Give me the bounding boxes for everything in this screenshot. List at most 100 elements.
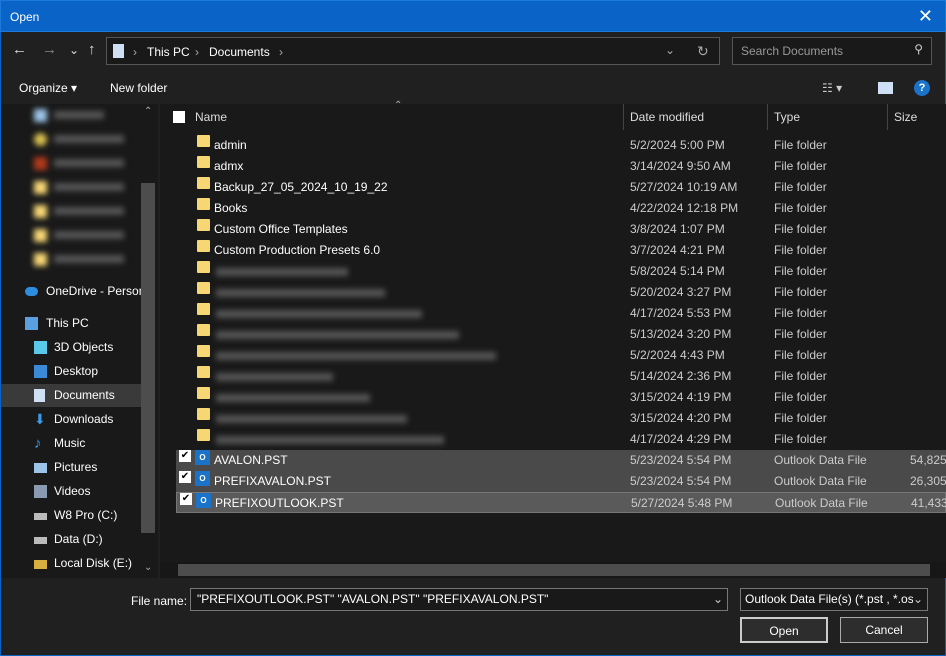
cancel-button[interactable]: Cancel: [840, 617, 928, 643]
sidebar-item-desktop[interactable]: Desktop: [1, 360, 141, 383]
search-input[interactable]: Search Documents ⚲: [732, 37, 932, 65]
column-header-size[interactable]: Size: [888, 104, 946, 130]
file-type: File folder: [774, 432, 827, 446]
file-row[interactable]: 3/15/2024 4:20 PM File folder: [176, 408, 946, 429]
file-type: Outlook Data File: [775, 496, 868, 510]
file-row[interactable]: ✔ O PREFIXAVALON.PST 5/23/2024 5:54 PM Outlo…: [176, 471, 946, 492]
folder-icon: [197, 429, 210, 441]
file-size: 54,825: [910, 453, 946, 467]
outlook-file-icon: O: [196, 493, 211, 508]
file-row[interactable]: Custom Production Presets 6.0 3/7/2024 4:…: [176, 240, 946, 261]
horizontal-scrollbar-thumb[interactable]: [178, 564, 930, 576]
file-row[interactable]: 5/14/2024 2:36 PM File folder: [176, 366, 946, 387]
sidebar-item-drive-d[interactable]: Data (D:): [1, 528, 141, 551]
file-row[interactable]: 4/17/2024 4:29 PM File folder: [176, 429, 946, 450]
file-row[interactable]: admx 3/14/2024 9:50 AM File folder: [176, 156, 946, 177]
pictures-icon: [34, 463, 47, 473]
close-icon[interactable]: ✕: [918, 6, 933, 27]
breadcrumb-sep: ›: [279, 45, 283, 59]
sidebar-item-videos[interactable]: Videos: [1, 480, 141, 503]
up-button[interactable]: ↑: [88, 41, 96, 58]
organize-button[interactable]: Organize ▾: [19, 81, 77, 95]
open-button[interactable]: Open: [740, 617, 828, 643]
sidebar-item-documents[interactable]: Documents: [1, 384, 141, 407]
breadcrumb-documents[interactable]: Documents: [209, 45, 270, 59]
column-header-type[interactable]: Type: [768, 104, 888, 130]
row-checkbox[interactable]: ✔: [179, 471, 191, 483]
address-dropdown-icon[interactable]: ⌄: [665, 43, 675, 57]
file-row[interactable]: 5/13/2024 3:20 PM File folder: [176, 324, 946, 345]
sidebar-item-onedrive[interactable]: OneDrive - Personal: [1, 280, 141, 303]
row-checkbox[interactable]: ✔: [179, 450, 191, 462]
file-type: File folder: [774, 348, 827, 362]
sidebar-item-label: Pictures: [54, 460, 98, 474]
sidebar-item-drive-c[interactable]: W8 Pro (C:): [1, 504, 141, 527]
new-folder-button[interactable]: New folder: [110, 81, 167, 95]
sidebar-scrollbar-thumb[interactable]: [141, 183, 155, 533]
file-name: PREFIXOUTLOOK.PST: [215, 496, 344, 510]
recent-locations-button[interactable]: ⌄: [69, 43, 79, 57]
refresh-icon[interactable]: ↻: [697, 43, 709, 60]
drive-icon: [34, 560, 47, 569]
breadcrumb-this-pc[interactable]: This PC: [147, 45, 190, 59]
file-type-select[interactable]: Outlook Data File(s) (*.pst , *.ost) ⌄: [740, 588, 928, 611]
file-date: 5/23/2024 5:54 PM: [630, 474, 732, 488]
blurred-file-name: [216, 436, 444, 444]
file-row[interactable]: Books 4/22/2024 12:18 PM File folder: [176, 198, 946, 219]
view-options-icon[interactable]: ☷ ▾: [822, 81, 842, 95]
address-bar[interactable]: › This PC › Documents › ⌄ ↻: [106, 37, 720, 65]
sidebar-item-music[interactable]: ♪ Music: [1, 432, 141, 455]
forward-button[interactable]: →: [42, 41, 57, 58]
file-type: File folder: [774, 306, 827, 320]
file-date: 5/8/2024 5:14 PM: [630, 264, 725, 278]
sidebar-item-label: 3D Objects: [54, 340, 114, 354]
sidebar-item-pictures[interactable]: Pictures: [1, 456, 141, 479]
file-row[interactable]: admin 5/2/2024 5:00 PM File folder: [176, 135, 946, 156]
sidebar-item-downloads[interactable]: ⬇ Downloads: [1, 408, 141, 431]
select-all-checkbox[interactable]: [173, 111, 185, 123]
file-size: 26,305: [910, 474, 946, 488]
file-row[interactable]: 3/15/2024 4:19 PM File folder: [176, 387, 946, 408]
folder-icon: [197, 156, 210, 168]
sidebar-item-label: W8 Pro (C:): [54, 508, 118, 522]
file-date: 3/15/2024 4:20 PM: [630, 411, 732, 425]
file-type: File folder: [774, 243, 827, 257]
sidebar-item-drive-e[interactable]: Local Disk (E:): [1, 552, 141, 575]
file-name-input[interactable]: "PREFIXOUTLOOK.PST" "AVALON.PST" "PREFIX…: [190, 588, 728, 611]
row-checkbox[interactable]: ✔: [180, 493, 192, 505]
file-row[interactable]: Custom Office Templates 3/8/2024 1:07 PM F…: [176, 219, 946, 240]
music-icon: ♪: [34, 435, 42, 452]
back-button[interactable]: ←: [12, 41, 27, 58]
drive-icon: [34, 537, 47, 544]
folder-icon: [197, 408, 210, 420]
folder-icon: [197, 387, 210, 399]
file-date: 3/8/2024 1:07 PM: [630, 222, 725, 236]
scroll-up-icon[interactable]: ⌃: [144, 106, 152, 117]
file-row[interactable]: 5/20/2024 3:27 PM File folder: [176, 282, 946, 303]
sidebar-item-this-pc[interactable]: This PC: [1, 312, 141, 335]
preview-pane-icon[interactable]: [878, 82, 893, 94]
help-icon[interactable]: ?: [914, 80, 930, 96]
file-row[interactable]: ✔ O AVALON.PST 5/23/2024 5:54 PM Outlook Dat…: [176, 450, 946, 471]
sidebar-item-3d-objects[interactable]: 3D Objects: [1, 336, 141, 359]
search-icon: ⚲: [914, 42, 923, 56]
file-type: File folder: [774, 201, 827, 215]
blurred-file-name: [216, 310, 422, 318]
cloud-icon: [25, 287, 38, 296]
column-header-name[interactable]: Name: [189, 104, 624, 130]
column-header-date[interactable]: Date modified: [624, 104, 768, 130]
file-type: File folder: [774, 411, 827, 425]
file-date: 3/14/2024 9:50 AM: [630, 159, 731, 173]
file-row[interactable]: 4/17/2024 5:53 PM File folder: [176, 303, 946, 324]
sidebar-item-label: Local Disk (E:): [54, 556, 133, 570]
file-type: Outlook Data File: [774, 453, 867, 467]
videos-icon: [34, 485, 47, 498]
title-bar: Open ✕: [0, 0, 946, 32]
file-row[interactable]: Backup_27_05_2024_10_19_22 5/27/2024 10:1…: [176, 177, 946, 198]
file-row[interactable]: ✔ O PREFIXOUTLOOK.PST 5/27/2024 5:48 PM Outl…: [176, 492, 946, 513]
file-type: File folder: [774, 138, 827, 152]
file-row[interactable]: 5/2/2024 4:43 PM File folder: [176, 345, 946, 366]
file-row[interactable]: 5/8/2024 5:14 PM File folder: [176, 261, 946, 282]
chevron-down-icon[interactable]: ⌄: [713, 592, 723, 606]
scroll-down-icon[interactable]: ⌄: [144, 562, 152, 573]
